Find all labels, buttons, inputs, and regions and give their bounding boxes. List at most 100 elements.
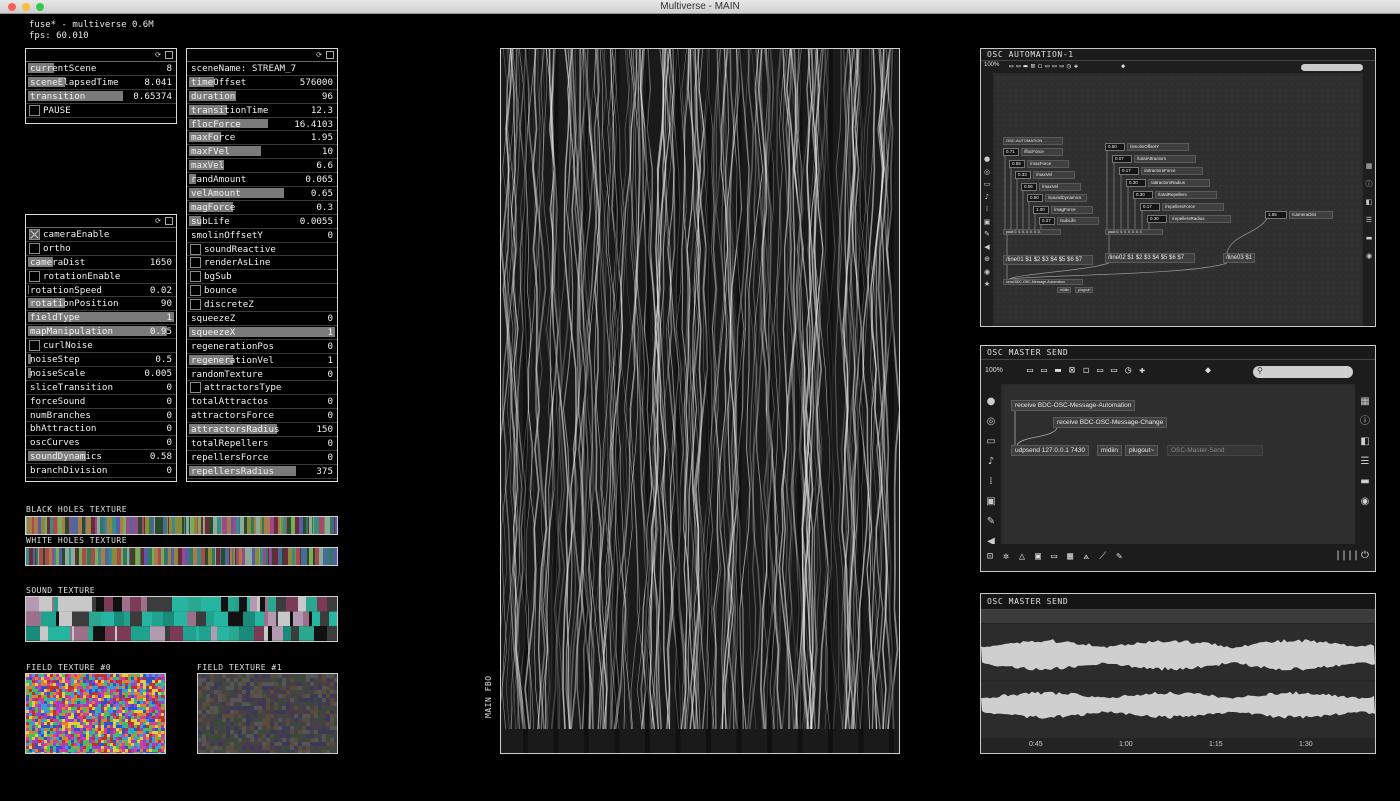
paint-bucket-icon[interactable]: ◆ bbox=[1121, 62, 1125, 70]
toggle-pause[interactable]: PAUSE bbox=[26, 104, 176, 118]
toggle-bg-sub[interactable]: bgSub bbox=[187, 270, 337, 285]
message-box[interactable]: /subLife bbox=[1057, 217, 1099, 225]
slider-mag-force[interactable]: magForce 0.3 bbox=[187, 201, 337, 215]
receive-change-object[interactable]: receive BDC-OSC-Message-Change bbox=[1053, 417, 1168, 428]
slider-osc-curves[interactable]: oscCurves 0 bbox=[26, 436, 176, 451]
checkbox[interactable] bbox=[29, 270, 40, 282]
refresh-icon[interactable]: ⟳ bbox=[154, 217, 162, 225]
message-box[interactable]: /magForce bbox=[1051, 205, 1093, 214]
midiin-object[interactable]: midiin bbox=[1097, 445, 1122, 456]
slider-transition[interactable]: transition 0.65374 bbox=[26, 90, 176, 104]
checkbox[interactable] bbox=[190, 382, 201, 394]
slider-smolin-offset-y[interactable]: smolinOffsetY 0 bbox=[187, 229, 337, 243]
plugout-object[interactable]: plugout~ bbox=[1075, 287, 1093, 293]
midiin-object[interactable]: midiin bbox=[1057, 287, 1071, 293]
checkbox[interactable] bbox=[29, 242, 40, 254]
number-box[interactable]: 0.30 bbox=[1126, 179, 1146, 187]
main-fbo-viewport[interactable] bbox=[500, 48, 900, 754]
slider-random-texture[interactable]: randomTexture 0 bbox=[187, 368, 337, 382]
toggle-ortho[interactable]: ortho bbox=[26, 242, 176, 256]
toolbar-icons[interactable]: ▭▭▬⊠◻▭▭◷✚ bbox=[1027, 365, 1153, 376]
slider-attractors-force[interactable]: attractorsForce 0 bbox=[187, 409, 337, 424]
slider-slice-transition[interactable]: sliceTransition 0 bbox=[26, 381, 176, 395]
slider-vel-amount[interactable]: velAmount 0.65 bbox=[187, 187, 337, 201]
slider-total-repellers[interactable]: totalRepellers 0 bbox=[187, 437, 337, 451]
slider-scene-elapsed-time[interactable]: sceneElapsedTime 8.041 bbox=[26, 76, 176, 90]
number-box[interactable]: 0.07 bbox=[1112, 155, 1132, 163]
automation-header-object[interactable]: OSC-AUTOMATION bbox=[1003, 137, 1063, 145]
slider-max-vel[interactable]: maxVel 6.6 bbox=[187, 159, 337, 174]
checkbox[interactable] bbox=[29, 229, 40, 240]
message-box[interactable]: /maxVel bbox=[1039, 182, 1081, 191]
slider-sub-life[interactable]: subLife 0.0055 bbox=[187, 215, 337, 229]
number-box[interactable]: 1.00 bbox=[1033, 205, 1049, 214]
slider-repellers-radius[interactable]: repellersRadius 375 bbox=[187, 465, 337, 479]
slider-map-manipulation[interactable]: mapManipulation 0.95 bbox=[26, 325, 176, 340]
slider-rotation-position[interactable]: rotationPosition 90 bbox=[26, 297, 176, 312]
slider-regeneration-vel[interactable]: regenerationVel 1 bbox=[187, 354, 337, 368]
number-box[interactable]: 0.90 bbox=[1027, 194, 1043, 202]
checkbox[interactable] bbox=[190, 243, 201, 255]
slider-repellers-force[interactable]: repellersForce 0 bbox=[187, 451, 337, 465]
slider-floc-force[interactable]: flocForce 16.4103 bbox=[187, 118, 337, 132]
refresh-icon[interactable]: ⟳ bbox=[315, 51, 323, 59]
number-box[interactable]: 0.17 bbox=[1119, 167, 1139, 175]
slider-max-force[interactable]: maxForce 1.95 bbox=[187, 131, 337, 146]
checkbox[interactable] bbox=[190, 257, 201, 269]
toggle-discrete-z[interactable]: discreteZ bbox=[187, 298, 337, 313]
search-input[interactable] bbox=[1301, 64, 1363, 71]
slider-force-sound[interactable]: forceSound 0 bbox=[26, 395, 176, 409]
checkbox[interactable] bbox=[190, 285, 201, 297]
save-icon[interactable] bbox=[326, 51, 334, 59]
comment-box[interactable]: OSC-Master-Send bbox=[1167, 445, 1263, 456]
save-icon[interactable] bbox=[165, 217, 173, 225]
master-patch-canvas[interactable]: receive BDC-OSC-Message-Automation recei… bbox=[1003, 386, 1355, 544]
pack-object[interactable]: pack 0. 0. 0. 0. 0. 0. 0. bbox=[1105, 229, 1163, 235]
message-box[interactable]: /attractorsRadius bbox=[1148, 179, 1210, 187]
checkbox[interactable] bbox=[190, 271, 201, 283]
number-box[interactable]: 1.65 bbox=[1265, 211, 1287, 219]
slider-max-fvel[interactable]: maxFVel 10 bbox=[187, 145, 337, 160]
message-box[interactable]: /totalRepellers bbox=[1155, 191, 1217, 199]
slider-noise-step[interactable]: noiseStep 0.5 bbox=[26, 353, 176, 367]
checkbox[interactable] bbox=[190, 299, 201, 311]
search-input[interactable]: ⚲ bbox=[1253, 366, 1353, 378]
sidebar-tool-icons[interactable]: ● ◎ ▭ ♪ ⁞ ▣ ✎ ◀ bbox=[981, 392, 1001, 552]
message-box[interactable]: /attractorsForce bbox=[1141, 167, 1203, 175]
number-box[interactable]: 0.71 bbox=[1003, 148, 1019, 156]
sidebar-tool-icons[interactable]: ● ◎ ▭ ♪ ⁞ ▣ ✎ ◀ ⊕ ◉ ★ bbox=[981, 153, 993, 291]
message-box[interactable]: /soundDynamics bbox=[1045, 194, 1087, 202]
slider-sound-dynamics[interactable]: soundDynamics 0.58 bbox=[26, 450, 176, 465]
slider-transition-time[interactable]: transitionTime 12.3 bbox=[187, 104, 337, 118]
slider-squeeze-z[interactable]: squeezeZ 0 bbox=[187, 312, 337, 326]
message-box[interactable]: /totalAttractors bbox=[1134, 155, 1196, 163]
zoom-level[interactable]: 100% bbox=[985, 367, 1003, 374]
toggle-rotation-enable[interactable]: rotationEnable bbox=[26, 270, 176, 284]
slider-field-type[interactable]: fieldType 1 bbox=[26, 311, 176, 326]
line02-message[interactable]: /line02 $1 $2 $3 $4 $5 $6 $7 bbox=[1105, 253, 1195, 263]
number-box[interactable]: 0.27 bbox=[1039, 217, 1055, 225]
slider-squeeze-x[interactable]: squeezeX 1 bbox=[187, 326, 337, 340]
toggle-camera-enable[interactable]: cameraEnable bbox=[26, 228, 176, 242]
slider-duration[interactable]: duration 96 bbox=[187, 90, 337, 104]
number-box[interactable]: 0.06 bbox=[1021, 182, 1037, 191]
paint-bucket-icon[interactable]: ◆ bbox=[1205, 365, 1211, 376]
message-box[interactable]: /repellersForce bbox=[1162, 203, 1224, 211]
slider-camera-dist[interactable]: cameraDist 1650 bbox=[26, 256, 176, 270]
line01-message[interactable]: /line01 $1 $2 $3 $4 $5 $6 $7 bbox=[1003, 255, 1093, 265]
toolbar-icons[interactable]: ▭▭▬⊠◻▭▭▭◷✚ bbox=[1009, 62, 1081, 70]
power-icon[interactable]: ⏻ bbox=[1361, 550, 1369, 561]
right-sidebar-icons[interactable]: ▦ ⓘ ◧ ☰ ▬ ◉ bbox=[1363, 157, 1375, 265]
slider-current-scene[interactable]: currentScene 8 bbox=[26, 62, 176, 76]
number-box[interactable]: 0.17 bbox=[1140, 203, 1160, 211]
checkbox[interactable] bbox=[29, 340, 40, 352]
right-sidebar-icons[interactable]: ▦ ⓘ ◧ ☰ ▬ ◉ bbox=[1355, 392, 1375, 512]
slider-attractors-radius[interactable]: attractorsRadius 150 bbox=[187, 423, 337, 438]
message-box[interactable]: /smolinOffsetY bbox=[1127, 143, 1189, 151]
message-box[interactable]: /repellersRadius bbox=[1169, 215, 1231, 223]
zoom-level[interactable]: 100% bbox=[984, 62, 999, 68]
toggle-sound-reactive[interactable]: soundReactive bbox=[187, 243, 337, 257]
toggle-bounce[interactable]: bounce bbox=[187, 284, 337, 299]
message-box[interactable]: /cameraDist bbox=[1289, 211, 1333, 219]
number-box[interactable]: 0.30 bbox=[1133, 191, 1153, 199]
